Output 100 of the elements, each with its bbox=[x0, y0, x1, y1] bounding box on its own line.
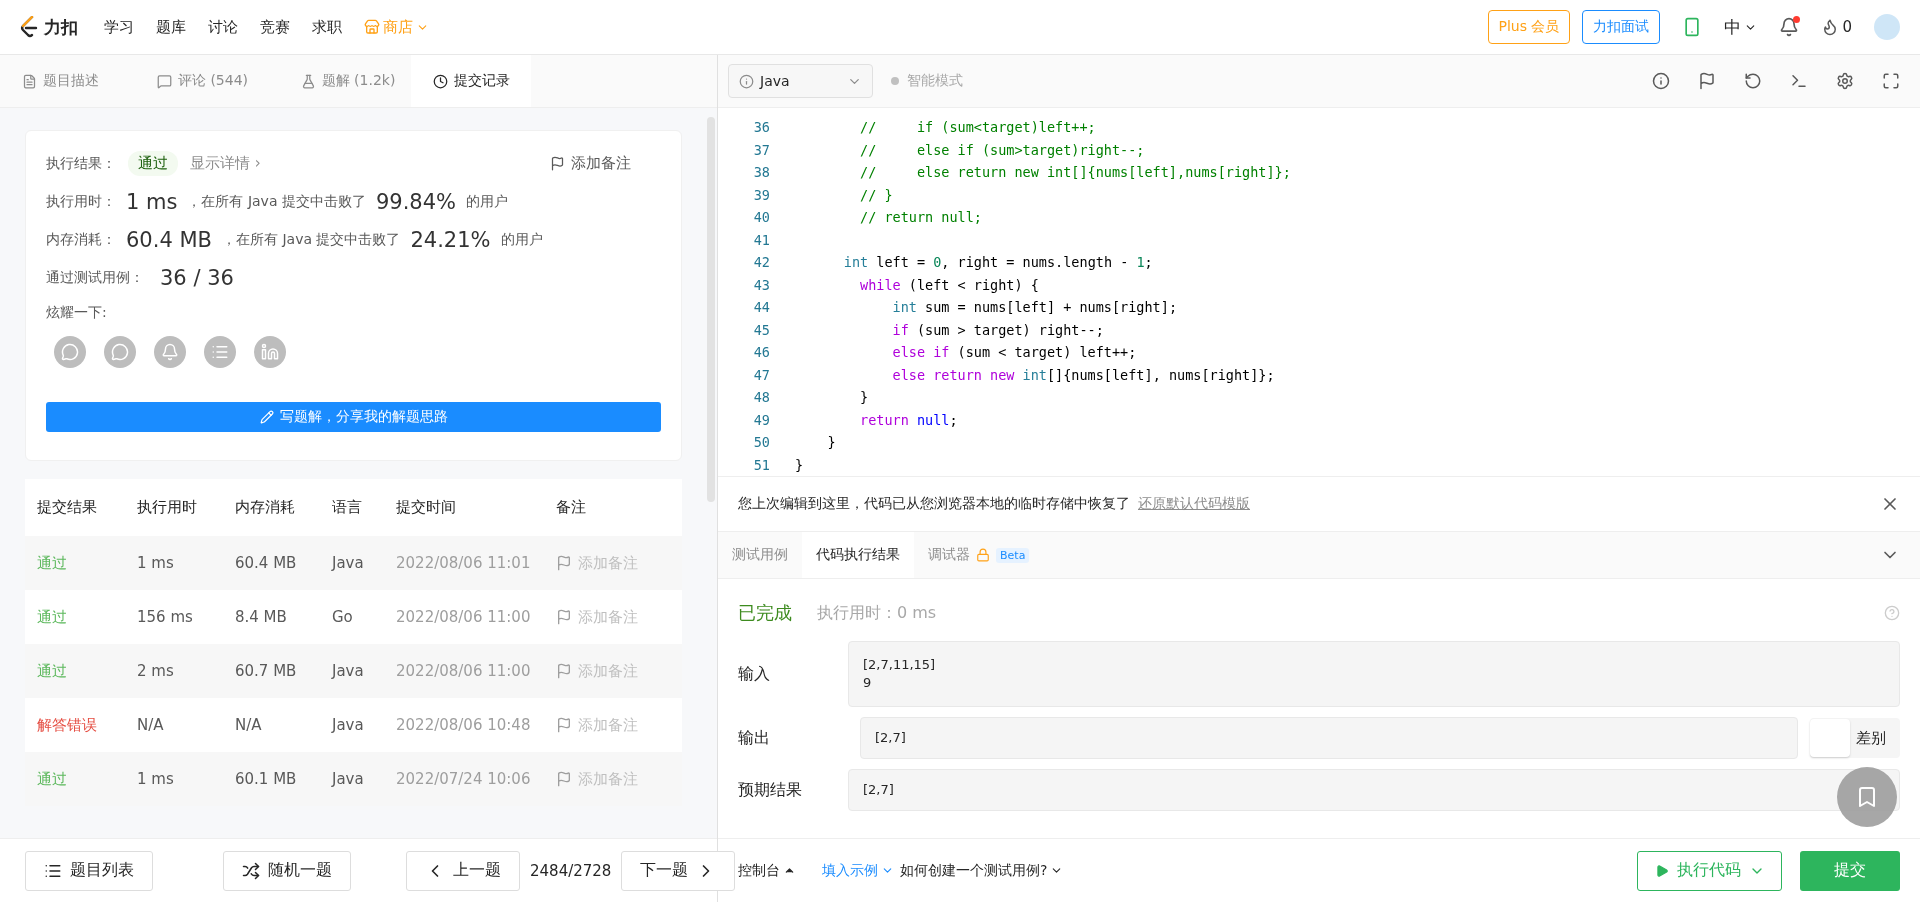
table-cell-text: N/A bbox=[235, 716, 263, 734]
problem-counter: 2484/2728 bbox=[530, 861, 612, 880]
add-note-link[interactable]: 添加备注 bbox=[556, 715, 682, 735]
language-menu[interactable]: 中 bbox=[1724, 15, 1758, 39]
language-select[interactable]: Java bbox=[728, 64, 873, 98]
code-line: else return new int[]{nums[left], nums[right]}; bbox=[891, 366, 1275, 383]
status-cell[interactable]: 通过 bbox=[37, 661, 137, 681]
nav-link[interactable]: 竞赛 bbox=[260, 17, 290, 37]
table-cell-text: 2022/08/06 11:01 bbox=[396, 554, 532, 572]
add-note-link[interactable]: 添加备注 bbox=[550, 154, 631, 173]
field-label: 输出 bbox=[738, 727, 771, 749]
line-number: 46 bbox=[752, 344, 770, 361]
tab[interactable]: 题解 (1.2k) bbox=[285, 55, 411, 107]
line-number: 48 bbox=[752, 389, 770, 406]
code-line: // if (sum<target)left++; bbox=[859, 119, 1096, 136]
table-cell-text: Java bbox=[332, 554, 365, 572]
flag-icon bbox=[550, 156, 565, 171]
share-button[interactable] bbox=[104, 336, 136, 368]
line-number: 50 bbox=[752, 434, 770, 451]
code-line: } bbox=[795, 456, 804, 473]
field-label: 通过测试用例： bbox=[46, 269, 144, 287]
submit-button[interactable]: 提交 bbox=[1800, 850, 1900, 891]
share-button[interactable] bbox=[254, 336, 286, 368]
share-button[interactable] bbox=[154, 336, 186, 368]
tab[interactable]: 评论 (544) bbox=[140, 55, 265, 107]
settings-icon[interactable] bbox=[1836, 72, 1854, 90]
status-cell[interactable]: 解答错误 bbox=[37, 715, 137, 735]
code-line: // } bbox=[859, 186, 893, 203]
output-box: [2,7] bbox=[860, 717, 1798, 759]
tab[interactable]: 提交记录 bbox=[411, 55, 531, 107]
lock-icon bbox=[976, 548, 990, 562]
diff-toggle[interactable]: 差别 bbox=[1810, 718, 1900, 758]
nav-link[interactable]: 商店 bbox=[364, 17, 429, 37]
stat-text: ，在所有 Java 提交中击败了 bbox=[221, 231, 401, 249]
line-number: 36 bbox=[752, 119, 770, 136]
table-cell-text: 2022/08/06 11:00 bbox=[396, 662, 532, 680]
line-number: 44 bbox=[752, 299, 770, 316]
help-icon[interactable] bbox=[1884, 605, 1900, 621]
console-toggle[interactable]: 控制台 bbox=[738, 861, 796, 880]
fill-example-link[interactable]: 填入示例 bbox=[822, 861, 894, 880]
shuffle-icon bbox=[242, 861, 260, 880]
info-icon[interactable] bbox=[1652, 72, 1670, 90]
console-tab[interactable]: 测试用例 bbox=[718, 532, 802, 578]
code-line: while (left < right) { bbox=[859, 276, 1039, 293]
smart-mode-toggle[interactable]: 智能模式 bbox=[907, 72, 963, 90]
nav-link[interactable]: 讨论 bbox=[208, 17, 238, 37]
floating-button[interactable] bbox=[1837, 767, 1897, 827]
code-line: return null; bbox=[859, 411, 958, 428]
terminal-icon[interactable] bbox=[1790, 72, 1808, 90]
interview-button[interactable]: 力扣面试 bbox=[1582, 10, 1661, 44]
flag-icon bbox=[556, 771, 572, 787]
field-label: 预期结果 bbox=[738, 779, 803, 801]
flag-icon bbox=[556, 663, 572, 679]
reset-icon[interactable] bbox=[1744, 72, 1762, 90]
table-cell-text: 60.4 MB bbox=[235, 554, 298, 572]
random-button[interactable]: 随机一题 bbox=[223, 850, 351, 891]
input-box: [2,7,11,15] 9 bbox=[848, 641, 1900, 707]
plus-button[interactable]: Plus 会员 bbox=[1487, 10, 1571, 44]
next-button[interactable]: 下一题 bbox=[621, 850, 736, 891]
info-icon bbox=[739, 73, 754, 89]
code-line: int sum = nums[left] + nums[right]; bbox=[891, 299, 1177, 316]
chat-bubble-icon bbox=[61, 343, 79, 361]
points-counter[interactable]: 0 bbox=[1821, 18, 1852, 36]
notification-bell-icon[interactable] bbox=[1779, 17, 1800, 37]
add-note-link[interactable]: 添加备注 bbox=[556, 607, 682, 627]
tab[interactable]: 题目描述 bbox=[0, 55, 120, 107]
previous-button[interactable]: 上一题 bbox=[406, 850, 520, 891]
field-label: 输入 bbox=[738, 663, 771, 685]
table-cell-text: 2022/08/06 11:00 bbox=[396, 608, 532, 626]
stat-value: 36 / 36 bbox=[160, 266, 234, 290]
nav-link[interactable]: 题库 bbox=[156, 17, 186, 37]
nav-link[interactable]: 学习 bbox=[104, 17, 134, 37]
pencil-icon bbox=[259, 410, 274, 424]
line-number: 38 bbox=[752, 164, 770, 181]
help-link[interactable]: 如何创建一个测试用例? bbox=[900, 861, 1064, 880]
linkedin-icon bbox=[261, 343, 279, 361]
nav-link[interactable]: 求职 bbox=[312, 17, 342, 37]
console-tab[interactable]: 调试器 Beta bbox=[914, 532, 1044, 578]
table-cell-text: Java bbox=[332, 662, 365, 680]
column-header: 提交结果 bbox=[37, 498, 98, 517]
status-cell[interactable]: 通过 bbox=[37, 769, 137, 789]
line-number: 47 bbox=[752, 366, 770, 383]
run-code-button[interactable]: 执行代码 bbox=[1637, 850, 1782, 891]
line-number: 49 bbox=[752, 411, 770, 428]
status-cell[interactable]: 通过 bbox=[37, 607, 137, 627]
details-link[interactable]: 显示详情 › bbox=[190, 154, 261, 173]
restore-link[interactable]: 还原默认代码模版 bbox=[1138, 495, 1250, 513]
site-logo[interactable]: 力扣 bbox=[20, 15, 78, 39]
share-button[interactable] bbox=[204, 336, 236, 368]
write-solution-button[interactable]: 写题解，分享我的解题思路 bbox=[46, 402, 661, 432]
code-line: else if (sum < target) left++; bbox=[891, 344, 1137, 361]
flag-icon[interactable] bbox=[1698, 72, 1716, 90]
scrollbar[interactable] bbox=[707, 117, 715, 502]
share-button[interactable] bbox=[54, 336, 86, 368]
table-cell-text: 60.1 MB bbox=[235, 770, 298, 788]
console-tab[interactable]: 代码执行结果 bbox=[802, 532, 914, 578]
column-header: 提交时间 bbox=[396, 498, 457, 517]
status-cell[interactable]: 通过 bbox=[37, 553, 137, 573]
problem-list-button[interactable]: 题目列表 bbox=[25, 850, 153, 891]
fullscreen-icon[interactable] bbox=[1882, 72, 1900, 90]
